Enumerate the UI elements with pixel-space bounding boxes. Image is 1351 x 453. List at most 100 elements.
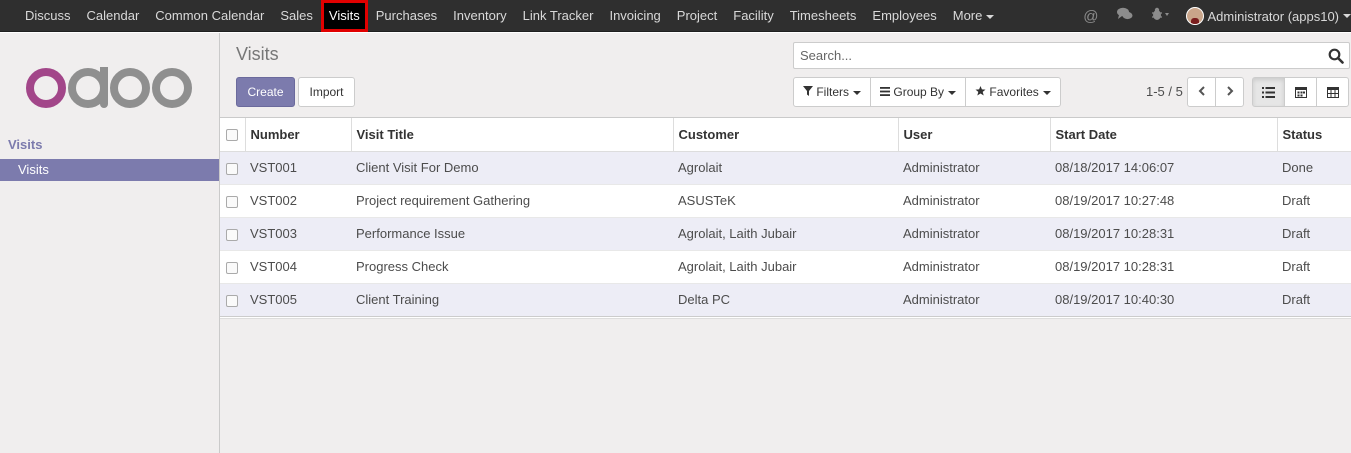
filters-label: Filters [816,85,850,99]
cell-customer: ASUSTeK [673,183,898,217]
column-number[interactable]: Number [245,118,352,152]
select-all-checkbox[interactable] [226,129,238,142]
menu-more-dropdown[interactable]: More [945,0,1003,32]
caret-down-icon [1343,14,1351,18]
systray: @ Administrator (apps10) [1074,0,1351,32]
menu-inventory[interactable]: Inventory [445,0,514,32]
import-button[interactable]: Import [298,77,355,107]
favorites-dropdown[interactable]: Favorites [965,77,1061,107]
more-label: More [952,8,983,23]
pager-previous-button[interactable] [1187,77,1216,107]
filter-icon [803,86,813,96]
row-checkbox[interactable] [226,195,238,208]
menu-discuss[interactable]: Discuss [17,0,79,32]
table-row[interactable]: VST003 Performance Issue Agrolait, Laith… [220,216,1351,250]
column-user[interactable]: User [898,118,1051,152]
cell-customer: Agrolait, Laith Jubair [673,249,898,283]
menu-purchases[interactable]: Purchases [368,0,445,32]
debug-bug-icon[interactable] [1151,7,1171,25]
sidebar: Visits Visits [0,33,220,453]
menu-sales[interactable]: Sales [272,0,321,32]
row-select [220,150,245,184]
table-row[interactable]: VST005 Client Training Delta PC Administ… [220,282,1351,316]
chat-bubbles-icon[interactable] [1116,7,1133,25]
table-row[interactable]: VST001 Client Visit For Demo Agrolait Ad… [220,150,1351,184]
search-icon[interactable] [1328,48,1344,64]
cell-status: Draft [1277,183,1351,217]
cell-visit-title: Client Visit For Demo [351,150,673,184]
filters-dropdown[interactable]: Filters [793,77,872,107]
pivot-view-button[interactable] [1316,77,1349,107]
menu-invoicing[interactable]: Invoicing [601,0,668,32]
cell-start-date: 08/19/2017 10:28:31 [1050,249,1277,283]
cell-customer: Delta PC [673,282,898,316]
row-checkbox[interactable] [226,294,238,307]
cell-user: Administrator [898,216,1050,250]
page-title: Visits [236,44,279,64]
cell-start-date: 08/19/2017 10:28:31 [1050,216,1277,250]
at-sign-icon[interactable]: @ [1083,8,1098,25]
row-checkbox[interactable] [226,261,238,274]
select-all-header [220,118,246,152]
cell-status: Draft [1277,282,1351,316]
cell-customer: Agrolait [673,150,898,184]
favorites-label: Favorites [989,85,1039,99]
pager-next-button[interactable] [1215,77,1244,107]
pager-buttons [1187,77,1244,107]
calendar-view-button[interactable] [1284,77,1317,107]
cell-visit-title: Client Training [351,282,673,316]
cell-number: VST001 [245,150,351,184]
list-icon [1262,86,1275,98]
menu-link-tracker[interactable]: Link Tracker [515,0,602,32]
cell-status: Draft [1277,216,1351,250]
cell-user: Administrator [898,183,1050,217]
caret-down-icon [853,90,862,95]
table-row[interactable]: VST004 Progress Check Agrolait, Laith Ju… [220,249,1351,283]
menu-project[interactable]: Project [669,0,725,32]
search-box [793,42,1350,69]
menu-timesheets[interactable]: Timesheets [782,0,865,32]
user-menu[interactable]: Administrator (apps10) [1185,7,1351,25]
column-status[interactable]: Status [1277,118,1351,152]
group-by-dropdown[interactable]: Group By [870,77,967,107]
chevron-right-icon [1226,86,1233,96]
search-options: Filters Group By Favorites [793,77,1061,107]
create-button[interactable]: Create [236,77,295,107]
cell-number: VST003 [245,216,351,250]
row-checkbox[interactable] [226,228,238,241]
cell-visit-title: Project requirement Gathering [351,183,673,217]
list-view-button[interactable] [1252,77,1285,107]
cell-user: Administrator [898,150,1050,184]
column-start-date[interactable]: Start Date [1050,118,1278,152]
control-panel: Visits Create Import Filters Group By Fa… [220,33,1351,118]
user-name: Administrator (apps10) [1207,8,1340,24]
row-select [220,282,245,316]
cell-start-date: 08/18/2017 14:06:07 [1050,150,1277,184]
cell-number: VST005 [245,282,351,316]
cell-user: Administrator [898,249,1050,283]
odoo-logo[interactable] [26,67,194,109]
pager-value[interactable]: 1-5 / 5 [1146,84,1183,99]
table-row[interactable]: VST002 Project requirement Gathering ASU… [220,183,1351,217]
sidebar-section-visits: Visits [8,137,43,152]
chevron-left-icon [1198,86,1205,96]
sidebar-item-visits[interactable]: Visits [0,159,219,181]
caret-down-icon [986,14,995,19]
menu-employees[interactable]: Employees [864,0,944,32]
top-navbar: Discuss Calendar Common Calendar Sales V… [0,0,1351,32]
star-icon [975,86,986,96]
row-checkbox[interactable] [226,162,238,175]
search-input[interactable] [794,43,1314,68]
row-select [220,216,245,250]
menu-common-calendar[interactable]: Common Calendar [147,0,272,32]
caret-down-icon [948,90,957,95]
menu-visits[interactable]: Visits [320,0,368,32]
menu-facility[interactable]: Facility [725,0,781,32]
menu-calendar[interactable]: Calendar [79,0,148,32]
cell-visit-title: Progress Check [351,249,673,283]
column-customer[interactable]: Customer [673,118,899,152]
cell-visit-title: Performance Issue [351,216,673,250]
avatar [1185,7,1204,25]
row-select [220,183,245,217]
column-visit-title[interactable]: Visit Title [351,118,674,152]
